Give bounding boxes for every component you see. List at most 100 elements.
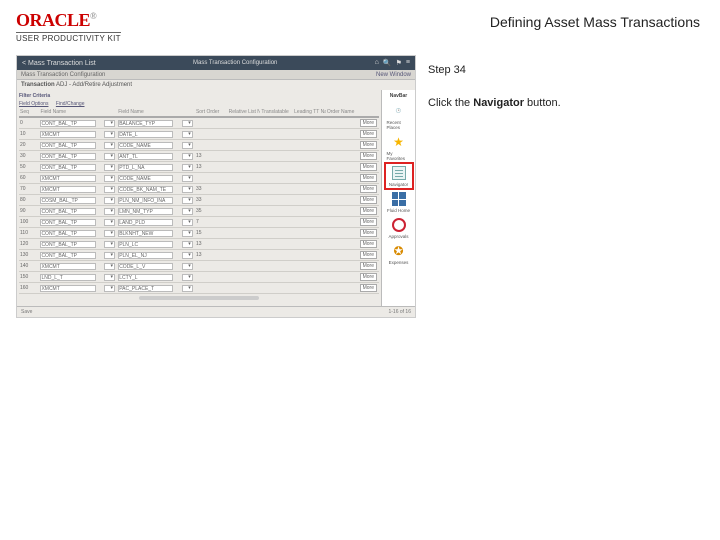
cell-dd1[interactable] (103, 142, 117, 149)
home-icon[interactable]: ⌂ (374, 59, 380, 67)
cell-more[interactable]: More (359, 163, 379, 171)
table-row: 60XMCMTCODE_NAMEMore (19, 173, 379, 184)
cell-dd1[interactable] (103, 230, 117, 237)
cell-more[interactable]: More (359, 229, 379, 237)
cell-field2[interactable]: CODE_NAME (117, 142, 180, 149)
save-button[interactable]: Save (21, 309, 32, 315)
cell-dd1[interactable] (103, 219, 117, 226)
menu-icon[interactable]: ≡ (405, 59, 411, 67)
cell-field1[interactable]: XMCMT (39, 175, 102, 182)
cell-field1[interactable]: CONT_BAL_TP (39, 164, 102, 171)
tab-field-options[interactable]: Field Options (19, 101, 48, 107)
cell-more[interactable]: More (359, 174, 379, 182)
sidebar-item-expenses[interactable]: ✪ Expenses (387, 243, 411, 265)
cell-dd1[interactable] (103, 197, 117, 204)
cell-field1[interactable]: CONT_BAL_TP (39, 153, 102, 160)
cell-dd1[interactable] (103, 164, 117, 171)
cell-more[interactable]: More (359, 141, 379, 149)
cell-dd2[interactable] (181, 175, 195, 182)
cell-dd2[interactable] (181, 197, 195, 204)
cell-more[interactable]: More (359, 185, 379, 193)
sidebar-item-favorites[interactable]: ★ My Favorites (387, 134, 411, 161)
cell-field2[interactable]: LCTY_L (117, 274, 180, 281)
cell-field1[interactable]: XMCMT (39, 285, 102, 292)
cell-dd2[interactable] (181, 142, 195, 149)
cell-field2[interactable]: CODE_NAME (117, 175, 180, 182)
cell-field1[interactable]: CONT_BAL_TP (39, 208, 102, 215)
cell-dd1[interactable] (103, 208, 117, 215)
cell-more[interactable]: More (359, 251, 379, 259)
cell-dd1[interactable] (103, 175, 117, 182)
flag-icon[interactable]: ⚑ (395, 59, 403, 67)
cell-more[interactable]: More (359, 262, 379, 270)
cell-field1[interactable]: CONT_BAL_TP (39, 230, 102, 237)
cell-field2[interactable]: CODE_L_V (117, 263, 180, 270)
cell-more[interactable]: More (359, 130, 379, 138)
cell-more[interactable]: More (359, 207, 379, 215)
cell-field2[interactable]: DATE_L (117, 131, 180, 138)
cell-more[interactable]: More (359, 152, 379, 160)
cell-field2[interactable]: PTD_L_NA (117, 164, 180, 171)
back-link[interactable]: < Mass Transaction List (21, 60, 97, 67)
cell-more[interactable]: More (359, 218, 379, 226)
cell-field1[interactable]: XMCMT (39, 131, 102, 138)
cell-field1[interactable]: CONT_BAL_TP (39, 219, 102, 226)
cell-dd1[interactable] (103, 153, 117, 160)
cell-field1[interactable]: CONT_BAL_TP (39, 241, 102, 248)
cell-field1[interactable]: CONT_BAL_TP (39, 252, 102, 259)
cell-field2[interactable]: CODE_BK_NAM_TE (117, 186, 180, 193)
cell-field1[interactable]: XMCMT (39, 263, 102, 270)
cell-field1[interactable]: CONT_BAL_TP (39, 142, 102, 149)
tab-find-change[interactable]: Find/Change (56, 101, 85, 107)
navigator-button[interactable]: Navigator (387, 165, 411, 187)
cell-dd2[interactable] (181, 186, 195, 193)
cell-more[interactable]: More (359, 273, 379, 281)
cell-dd2[interactable] (181, 274, 195, 281)
cell-field2[interactable]: LMN_NM_TYP (117, 208, 180, 215)
cell-field1[interactable]: COSM_BAL_TP (39, 197, 102, 204)
cell-more[interactable]: More (359, 196, 379, 204)
table-row: 20CONT_BAL_TPCODE_NAMEMore (19, 140, 379, 151)
cell-dd2[interactable] (181, 241, 195, 248)
cell-dd2[interactable] (181, 230, 195, 237)
sidebar-item-recent[interactable]: 🕑 Recent Places (387, 103, 411, 130)
new-window-link[interactable]: New Window (376, 72, 411, 78)
cell-field2[interactable]: PAC_PLACE_T (117, 285, 180, 292)
cell-dd2[interactable] (181, 219, 195, 226)
search-icon[interactable]: 🔍 (382, 59, 393, 67)
cell-dd1[interactable] (103, 186, 117, 193)
cell-field1[interactable]: CONT_BAL_TP (39, 120, 102, 127)
cell-dd1[interactable] (103, 252, 117, 259)
cell-dd2[interactable] (181, 208, 195, 215)
cell-dd2[interactable] (181, 120, 195, 127)
cell-field2[interactable]: LAND_PLD (117, 219, 180, 226)
cell-dd1[interactable] (103, 263, 117, 270)
cell-field2[interactable]: BLKNHT_NEW (117, 230, 180, 237)
cell-dd2[interactable] (181, 153, 195, 160)
cell-dd2[interactable] (181, 285, 195, 292)
cell-dd2[interactable] (181, 252, 195, 259)
sidebar-item-approvals[interactable]: Approvals (387, 217, 411, 239)
cell-field2[interactable]: PLN_EL_NJ (117, 252, 180, 259)
cell-more[interactable]: More (359, 119, 379, 127)
cell-dd1[interactable] (103, 241, 117, 248)
cell-field1[interactable]: LND_L_T (39, 274, 102, 281)
cell-dd1[interactable] (103, 120, 117, 127)
cell-more[interactable]: More (359, 240, 379, 248)
cell-sort: 13 (195, 164, 228, 170)
cell-dd1[interactable] (103, 131, 117, 138)
cell-field2[interactable]: ANT_TL (117, 153, 180, 160)
cell-dd2[interactable] (181, 164, 195, 171)
sidebar-item-fluidhome[interactable]: Fluid Home (387, 191, 411, 213)
cell-field2[interactable]: PLN_NM_INFO_INA (117, 197, 180, 204)
cell-more[interactable]: More (359, 284, 379, 292)
col-sort: Sort Order (195, 109, 228, 115)
cell-dd2[interactable] (181, 131, 195, 138)
cell-field2[interactable]: PLN_LC (117, 241, 180, 248)
cell-dd1[interactable] (103, 274, 117, 281)
table-row: 30CONT_BAL_TPANT_TL13More (19, 151, 379, 162)
cell-field2[interactable]: BALANCE_TYP (117, 120, 180, 127)
cell-field1[interactable]: XMCMT (39, 186, 102, 193)
cell-dd2[interactable] (181, 263, 195, 270)
cell-dd1[interactable] (103, 285, 117, 292)
